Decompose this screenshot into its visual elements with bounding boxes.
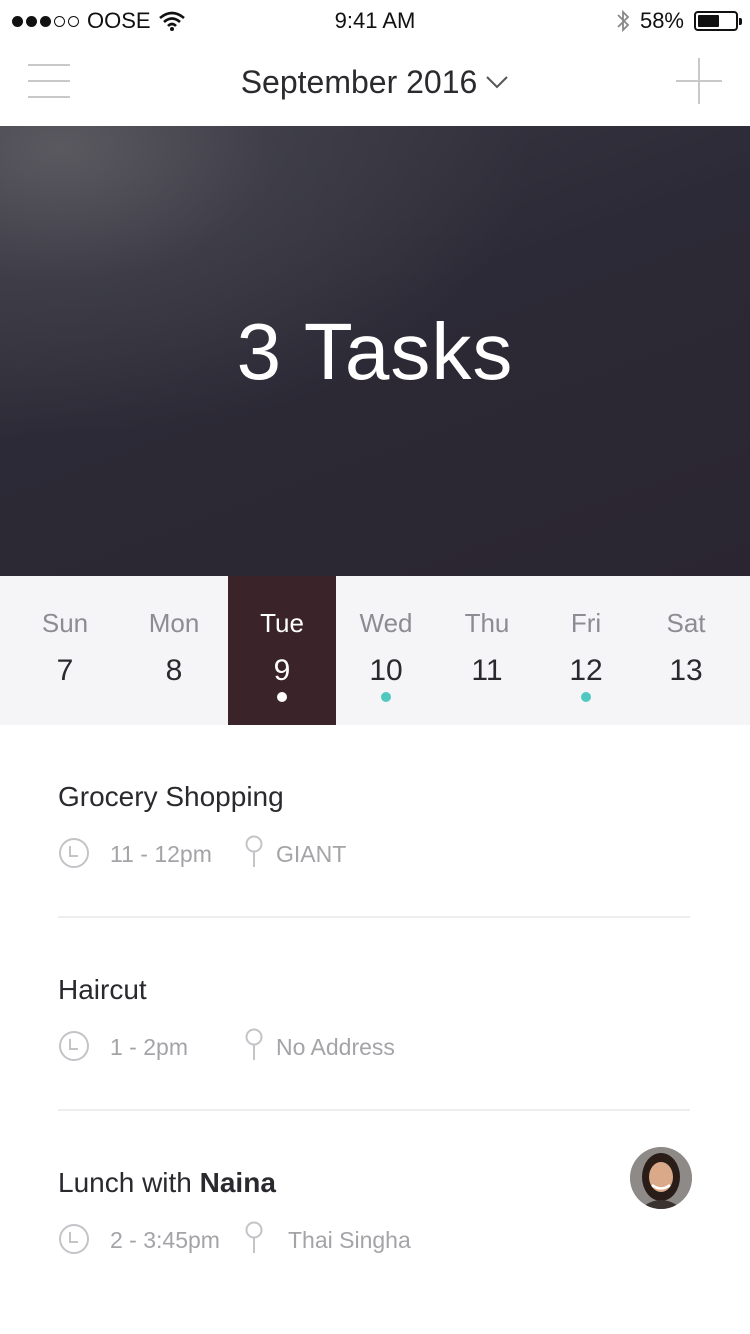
day-sun[interactable]: Sun 7 [12,576,118,725]
task-title: Lunch with Naina [58,1167,276,1199]
battery-icon [694,11,742,31]
task-title: Haircut [58,974,147,1006]
day-name: Sat [666,608,706,638]
navigation-bar: September 2016 [0,40,750,126]
event-indicator-dot [277,692,287,702]
status-bar: OOSE 9:41 AM 58% [0,0,750,40]
day-name: Mon [148,608,200,638]
day-wed[interactable]: Wed 10 [336,576,436,725]
day-fri[interactable]: Fri 12 [538,576,634,725]
task-count: 3 Tasks [236,307,514,396]
clock-icon [58,1030,90,1062]
task-title-text: Grocery Shopping [58,781,284,812]
task-item[interactable]: Lunch with Naina 2 - 3:45pm Thai Singha [58,1111,692,1304]
day-name: Tue [260,608,304,638]
location-pin-icon [244,1221,264,1255]
status-right: 58% [616,8,742,34]
day-number: 9 [273,654,291,687]
add-task-plus-icon[interactable] [676,58,722,104]
task-location: Thai Singha [288,1227,411,1253]
task-item[interactable]: Haircut 1 - 2pm No Address [58,918,692,1111]
day-tue[interactable]: Tue 9 [228,576,336,725]
task-meta: 2 - 3:45pm Thai Singha [58,1221,692,1259]
bluetooth-icon [617,9,630,33]
task-title-text: Haircut [58,974,147,1005]
day-number: 7 [56,654,74,687]
month-title: September 2016 [240,64,478,100]
day-number: 8 [165,654,183,687]
avatar[interactable] [630,1147,692,1209]
task-time: 11 - 12pm [110,841,212,867]
task-time: 2 - 3:45pm [110,1227,220,1253]
day-number: 13 [669,654,703,687]
day-number: 10 [369,654,403,687]
day-thu[interactable]: Thu 11 [436,576,538,725]
month-selector[interactable]: September 2016 [0,64,750,101]
hero-banner: 3 Tasks [0,126,750,576]
task-item[interactable]: Grocery Shopping 11 - 12pm GIANT [58,725,692,918]
task-meta: 11 - 12pm GIANT [58,835,692,873]
location-pin-icon [244,1028,264,1062]
task-time: 1 - 2pm [110,1034,188,1060]
day-number: 11 [471,654,503,687]
event-indicator-dot [581,692,591,702]
clock-icon [58,1223,90,1255]
task-title-text: Lunch with [58,1167,200,1198]
task-meta: 1 - 2pm No Address [58,1028,692,1066]
day-name: Wed [359,608,413,638]
day-number: 12 [569,654,603,687]
location-pin-icon [244,835,264,869]
task-title: Grocery Shopping [58,781,284,813]
day-mon[interactable]: Mon 8 [120,576,228,725]
day-name: Fri [570,608,602,638]
week-strip: Sun 7 Mon 8 Tue 9 Wed 10 Thu 11 Fri 12 Sat 13 [0,576,750,725]
task-location: GIANT [276,841,347,867]
task-location: No Address [276,1034,395,1060]
day-sat[interactable]: Sat 13 [634,576,738,725]
day-name: Thu [464,608,510,638]
task-title-person: Naina [199,1167,276,1198]
day-name: Sun [41,608,89,638]
battery-percent: 58% [639,8,684,33]
event-indicator-dot [381,692,391,702]
clock-icon [58,837,90,869]
chevron-down-icon [486,75,509,88]
